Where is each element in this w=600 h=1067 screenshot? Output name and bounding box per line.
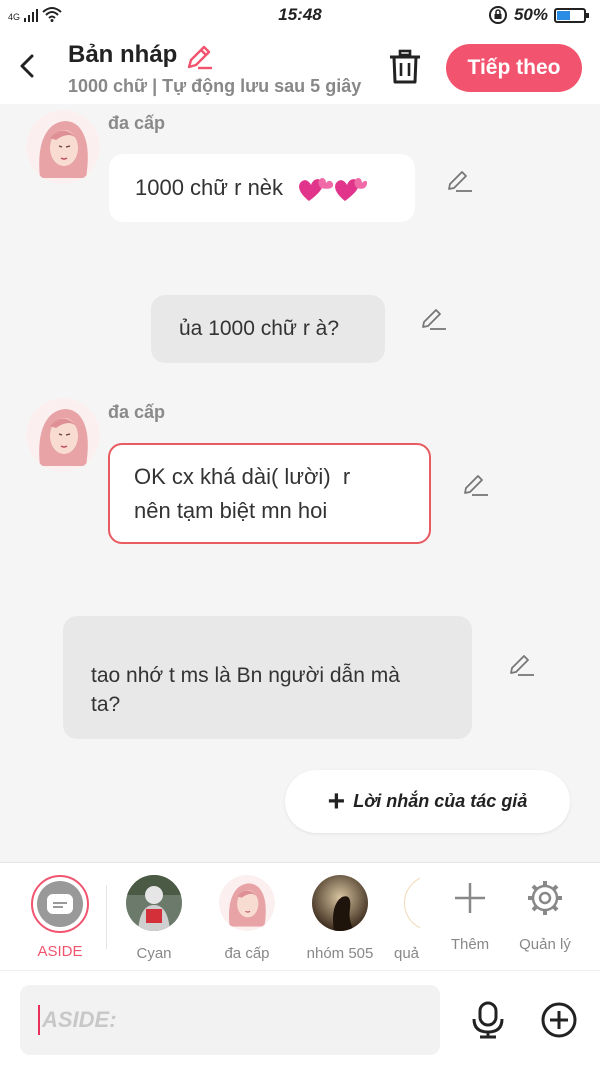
message-bubble[interactable]: 1000 chữ r nèk	[109, 154, 415, 222]
narrator-icon	[47, 894, 73, 914]
pencil-icon[interactable]	[446, 168, 474, 196]
sender-name: đa cấp	[108, 113, 166, 133]
character-portrait	[26, 110, 100, 184]
character-nhom-505[interactable]: nhóm 505	[300, 875, 380, 962]
divider	[106, 885, 107, 949]
character-aside[interactable]: ASIDE	[20, 875, 100, 960]
character-label: ASIDE	[37, 943, 83, 960]
message-text: 1000 chữ r nèk	[135, 175, 284, 200]
character-label: Thêm	[450, 936, 490, 953]
page-title: Bản nháp	[68, 41, 178, 68]
message-text-line: ta?	[91, 693, 121, 716]
plus-icon: +	[327, 784, 346, 818]
author-note-label: Lời nhắn của tác giả	[353, 791, 528, 811]
pencil-icon[interactable]	[184, 42, 214, 72]
gear-icon	[528, 881, 562, 915]
battery-percent: 50%	[513, 5, 548, 24]
sender-name: đa cấp	[108, 402, 166, 422]
message-text-line: tao nhớ t ms là Bn người dẫn mà	[91, 664, 400, 687]
pencil-icon[interactable]	[462, 472, 490, 500]
message-input[interactable]: ASIDE:	[20, 985, 440, 1055]
character-label: quả	[394, 945, 420, 962]
word-count-autosave: 1000 chữ | Tự động lưu sau 5 giây	[68, 76, 362, 96]
manage-button[interactable]: Quản lý	[505, 875, 585, 953]
status-right: 50%	[488, 5, 589, 25]
pencil-icon[interactable]	[508, 652, 536, 680]
add-circle-icon[interactable]	[540, 1001, 578, 1039]
message-text: ủa 1000 chữ r à?	[179, 317, 340, 340]
heart-icon	[299, 178, 368, 202]
avatar[interactable]	[26, 110, 100, 184]
character-portrait	[26, 398, 100, 472]
text-caret	[38, 1005, 40, 1035]
avatar	[312, 875, 368, 931]
aside-avatar	[31, 875, 89, 933]
message-bubble-selected[interactable]: OK cx khá dài( lười) r nên tạm biệt mn h…	[108, 443, 431, 544]
author-note-button[interactable]: + Lời nhắn của tác giả	[285, 770, 570, 833]
character-bar: ASIDE Cyan đa cấp nhóm 505 quả Thêm Quản…	[0, 862, 600, 970]
message-bubble[interactable]: tao nhớ t ms là Bn người dẫn mà ta?	[63, 616, 472, 739]
character-label: đa cấp	[224, 945, 270, 962]
message-text-line: nên tạm biệt mn hoi	[134, 498, 328, 523]
avatar	[404, 875, 420, 931]
message-text-line: OK cx khá dài( lười) r	[134, 464, 351, 489]
back-icon[interactable]	[14, 50, 42, 82]
input-bar: ASIDE:	[0, 970, 600, 1067]
character-label: nhóm 505	[306, 945, 374, 962]
character-label: Cyan	[136, 945, 172, 962]
plus-icon	[455, 883, 485, 913]
character-da-cap[interactable]: đa cấp	[207, 875, 287, 962]
avatar	[219, 875, 275, 931]
avatar[interactable]	[26, 398, 100, 472]
trash-icon[interactable]	[386, 48, 424, 86]
mic-icon[interactable]	[470, 1001, 506, 1039]
status-bar: 4G 15:48 50%	[0, 0, 600, 32]
pencil-icon[interactable]	[420, 306, 448, 334]
add-character-button[interactable]: Thêm	[430, 875, 510, 953]
avatar	[126, 875, 182, 931]
rotation-lock-icon	[488, 6, 507, 24]
next-button[interactable]: Tiếp theo	[446, 44, 582, 92]
battery-fill	[557, 10, 570, 20]
header: Bản nháp 1000 chữ | Tự động lưu sau 5 gi…	[0, 32, 600, 104]
character-qua[interactable]: quả	[380, 875, 420, 962]
character-label: Quản lý	[519, 936, 571, 953]
character-cyan[interactable]: Cyan	[114, 875, 194, 962]
battery-icon	[554, 7, 589, 23]
input-placeholder: ASIDE:	[42, 1007, 117, 1032]
chat-area: đa cấp 1000 chữ r nèk ủa 1000 chữ r à? đ…	[0, 104, 600, 862]
message-bubble[interactable]: ủa 1000 chữ r à?	[151, 295, 385, 363]
